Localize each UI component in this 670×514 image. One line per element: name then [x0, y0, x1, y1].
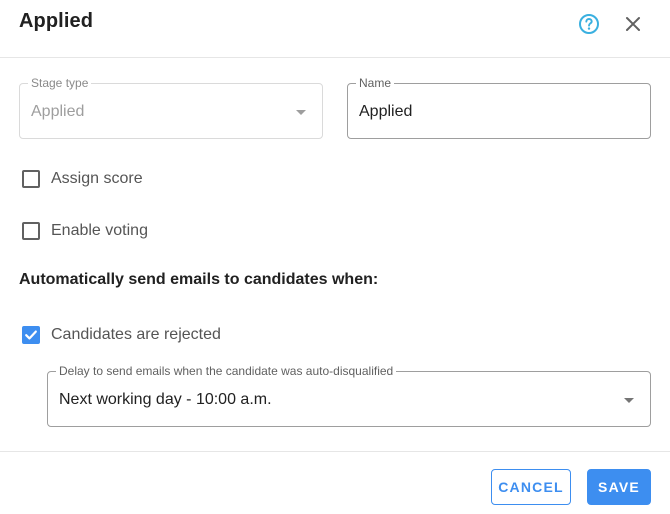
- chevron-down-icon[interactable]: [624, 398, 634, 403]
- help-button[interactable]: [578, 13, 600, 35]
- checkbox-icon[interactable]: [22, 222, 40, 240]
- assign-score-checkbox[interactable]: Assign score: [22, 168, 143, 190]
- help-circle-icon: [579, 14, 599, 34]
- chevron-down-icon: [296, 110, 306, 115]
- email-delay-label: Delay to send emails when the candidate …: [56, 364, 397, 378]
- stage-type-value: Applied: [31, 103, 85, 120]
- dialog-footer: CANCEL SAVE: [0, 451, 670, 514]
- save-button[interactable]: SAVE: [587, 469, 651, 505]
- enable-voting-label: Enable voting: [51, 222, 148, 239]
- candidates-rejected-checkbox[interactable]: Candidates are rejected: [22, 324, 221, 346]
- enable-voting-checkbox[interactable]: Enable voting: [22, 220, 148, 242]
- stage-type-label: Stage type: [28, 76, 92, 90]
- assign-score-label: Assign score: [51, 170, 143, 187]
- email-delay-value: Next working day - 10:00 a.m.: [59, 391, 272, 408]
- dialog-title: Applied: [19, 10, 94, 32]
- close-icon: [626, 17, 640, 31]
- name-input[interactable]: Applied: [359, 102, 412, 122]
- checkmark-icon: [25, 330, 37, 340]
- cancel-button[interactable]: CANCEL: [491, 469, 571, 505]
- name-label: Name: [356, 76, 395, 90]
- auto-email-section-title: Automatically send emails to candidates …: [19, 271, 379, 288]
- close-button[interactable]: [623, 14, 643, 34]
- dialog-header: Applied: [0, 0, 670, 58]
- email-delay-select[interactable]: Delay to send emails when the candidate …: [47, 364, 651, 427]
- candidates-rejected-label: Candidates are rejected: [51, 326, 221, 343]
- checkbox-icon[interactable]: [22, 170, 40, 188]
- stage-dialog: Applied Stage type Applied Name Applied …: [0, 0, 670, 514]
- name-field[interactable]: Name Applied: [347, 76, 651, 139]
- stage-type-select: Stage type Applied: [19, 76, 323, 139]
- checkbox-checked-icon[interactable]: [22, 326, 40, 344]
